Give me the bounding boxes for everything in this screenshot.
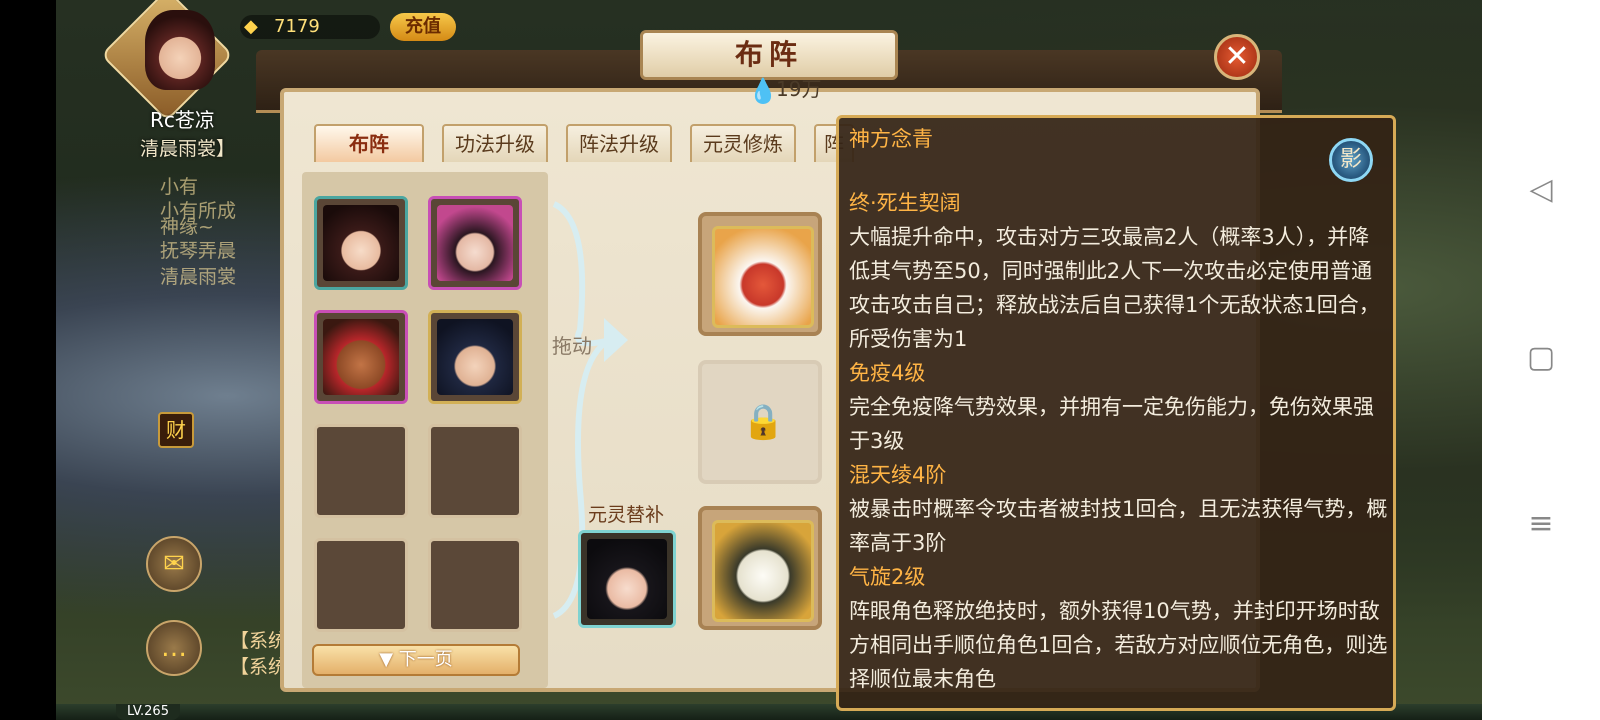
character-portrait	[323, 319, 399, 395]
empty-slot[interactable]	[428, 538, 522, 632]
character-portrait	[437, 319, 513, 395]
character-slot[interactable]	[428, 196, 522, 290]
skill-description: 阵眼角色释放绝技时，额外获得10气势，并封印开场时敌方相同出手顺位角色1回合，若…	[849, 599, 1388, 691]
skill-title: 混天绫4阶	[849, 463, 947, 487]
player-avatar[interactable]	[145, 10, 215, 90]
level-label: LV.265	[116, 704, 180, 720]
formation-slot[interactable]	[698, 506, 822, 630]
skill-description: 完全免疫降气势效果，并拥有一定免伤能力，免伤效果强于3级	[849, 395, 1374, 453]
empty-slot[interactable]	[428, 424, 522, 518]
menu-icon[interactable]: ≡	[1523, 506, 1559, 542]
tab-formation[interactable]: 布阵	[314, 124, 424, 162]
tab-formation-upgrade[interactable]: 阵法升级	[566, 124, 672, 162]
tooltip-content: 终·死生契阔 大幅提升命中，攻击对方三攻最高2人（概率3人），并降低其气势至50…	[849, 186, 1389, 696]
tab-skill-upgrade[interactable]: 功法升级	[442, 124, 548, 162]
character-name: 神方念青	[849, 127, 933, 151]
skill-title: 终·死生契阔	[849, 191, 961, 215]
formation-slot[interactable]	[698, 212, 822, 336]
power-value: 19万	[776, 77, 822, 101]
home-icon[interactable]: ▢	[1523, 340, 1559, 376]
locked-slot: 🔒	[698, 360, 822, 484]
gift-icon[interactable]: ✉	[146, 536, 202, 592]
skill-title: 气旋2级	[849, 565, 926, 589]
empty-slot[interactable]	[314, 538, 408, 632]
lock-icon: 🔒	[742, 402, 785, 442]
character-portrait	[323, 205, 399, 281]
player-title: 清晨雨裳】	[140, 138, 236, 160]
panel-title: 布阵	[640, 30, 898, 80]
character-portrait	[712, 520, 814, 622]
skill-description: 大幅提升命中，攻击对方三攻最高2人（概率3人），并降低其气势至50，同时强制此2…	[849, 225, 1380, 351]
character-slot[interactable]	[428, 310, 522, 404]
substitute-label: 元灵替补	[588, 504, 665, 526]
skill-title: 免疫4级	[849, 361, 926, 385]
character-portrait	[712, 226, 814, 328]
skill-tooltip: 神方念青 影 终·死生契阔 大幅提升命中，攻击对方三攻最高2人（概率3人），并降…	[836, 115, 1396, 711]
character-portrait	[437, 205, 513, 281]
empty-slot[interactable]	[314, 424, 408, 518]
back-icon[interactable]: ◁	[1523, 172, 1559, 208]
water-drop-icon: 💧	[748, 77, 778, 105]
next-page-button[interactable]: ▼ 下一页	[312, 644, 520, 676]
character-slot[interactable]	[314, 196, 408, 290]
chat-icon[interactable]: …	[146, 620, 202, 676]
power-display: 💧19万	[748, 74, 821, 104]
player-name: Rc苍凉	[150, 108, 215, 132]
character-portrait	[587, 539, 667, 619]
next-page-label: 下一页	[398, 649, 453, 670]
shadow-badge-icon[interactable]: 影	[1329, 138, 1373, 182]
drag-label: 拖动	[552, 334, 592, 358]
substitute-slot[interactable]	[578, 530, 676, 628]
wealth-badge[interactable]: 财	[158, 412, 194, 448]
character-slot[interactable]	[314, 310, 408, 404]
skill-description: 被暴击时概率令攻击者被封技1回合，且无法获得气势，概率高于3阶	[849, 497, 1388, 555]
close-button[interactable]: ✕	[1214, 34, 1260, 80]
android-navigation-bar: ◁ ▢ ≡	[1482, 0, 1600, 720]
tab-spirit-training[interactable]: 元灵修炼	[690, 124, 796, 162]
